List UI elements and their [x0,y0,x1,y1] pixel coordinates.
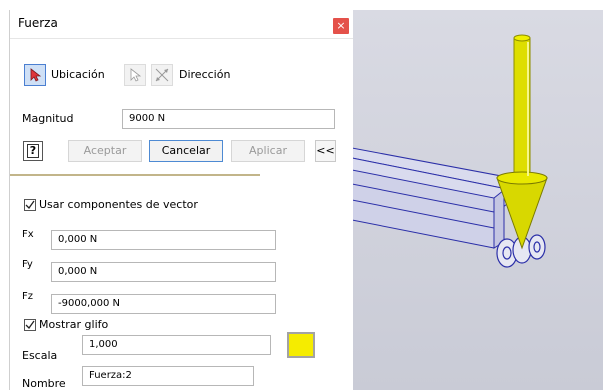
fx-input[interactable]: 0,000 N [51,230,276,250]
flip-direction-button[interactable] [151,64,173,86]
beam-part [352,147,514,249]
fy-input[interactable]: 0,000 N [51,262,276,282]
fx-label: Fx [22,229,34,240]
use-vector-checkbox[interactable] [24,199,36,211]
location-select-button[interactable] [24,64,46,86]
show-glyph-checkbox[interactable] [24,319,36,331]
checkmark-icon [25,200,35,210]
select-cursor-icon [30,68,42,82]
close-button[interactable]: × [333,18,349,34]
divider [10,174,260,176]
magnitude-input[interactable]: 9000 N [122,109,335,129]
checkmark-icon [25,320,35,330]
force-dialog: Fuerza × Ubicación Dirección Magnitud 90… [9,10,353,390]
name-input[interactable]: Fuerza:2 [82,366,254,386]
direction-select-button[interactable] [124,64,146,86]
dialog-title: Fuerza [18,16,58,30]
fy-label: Fy [22,259,33,270]
3d-viewport[interactable] [352,10,603,390]
direction-label: Dirección [179,68,231,81]
flip-direction-icon [155,68,169,82]
magnitude-label: Magnitud [22,112,74,125]
collapse-button[interactable]: << [315,140,336,162]
fz-input[interactable]: -9000,000 N [51,294,276,314]
title-bar: Fuerza × [10,10,353,39]
use-vector-label: Usar componentes de vector [39,198,198,211]
cancel-button[interactable]: Cancelar [149,140,223,162]
location-label: Ubicación [51,68,105,81]
show-glyph-label: Mostrar glifo [39,318,109,331]
name-label: Nombre [22,377,66,390]
help-icon: ? [26,144,40,158]
select-cursor-icon [130,68,142,82]
apply-button[interactable]: Aplicar [231,140,305,162]
scale-label: Escala [22,349,58,362]
help-button[interactable]: ? [23,141,43,161]
model-view [352,34,548,268]
fz-label: Fz [22,291,34,302]
glyph-color-swatch[interactable] [287,332,315,358]
ok-button[interactable]: Aceptar [68,140,142,162]
scale-input[interactable]: 1,000 [82,335,271,355]
